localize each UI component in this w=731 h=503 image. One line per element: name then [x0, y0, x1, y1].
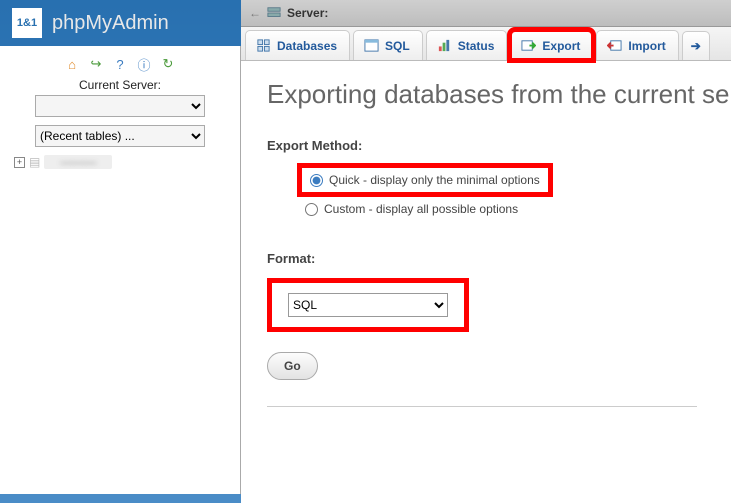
current-server-label: Current Server: [0, 78, 240, 92]
export-method-group: Quick - display only the minimal options… [297, 163, 731, 221]
databases-icon [256, 38, 271, 53]
server-select[interactable] [35, 95, 205, 117]
radio-custom-row[interactable]: Custom - display all possible options [297, 197, 731, 221]
tab-sql[interactable]: SQL [353, 30, 423, 60]
go-button[interactable]: Go [267, 352, 318, 380]
tab-sql-label: SQL [385, 39, 410, 53]
logout-icon[interactable]: ↪ [88, 56, 104, 72]
sidebar-header: 1&1 phpMyAdmin [0, 0, 241, 46]
docs-icon[interactable]: ⓘ [136, 56, 152, 72]
radio-quick[interactable] [310, 174, 323, 187]
radio-quick-row[interactable]: Quick - display only the minimal options [302, 168, 548, 192]
page-title: Exporting databases from the current ser… [267, 79, 731, 110]
tab-import[interactable]: Import [596, 30, 678, 60]
tab-bar: Databases SQL Status Export Import ➔ [241, 27, 731, 61]
recent-tables-select[interactable]: (Recent tables) ... [35, 125, 205, 147]
status-icon [437, 38, 452, 53]
tab-import-label: Import [628, 39, 665, 53]
database-icon: ▤ [29, 155, 40, 169]
arrow-right-icon: ➔ [691, 39, 701, 53]
db-tree-item[interactable]: ——— [44, 155, 112, 169]
tab-databases[interactable]: Databases [245, 30, 350, 60]
tab-databases-label: Databases [277, 39, 337, 53]
sql-icon [364, 38, 379, 53]
sidebar: 1&1 phpMyAdmin ⌂ ↪ ? ⓘ ↻ Current Server:… [0, 0, 241, 503]
server-icon [267, 6, 281, 20]
sidebar-icon-row: ⌂ ↪ ? ⓘ ↻ [0, 56, 240, 72]
tab-export[interactable]: Export [510, 30, 593, 60]
server-bar: ← Server: [241, 0, 731, 27]
reload-icon[interactable]: ↻ [160, 56, 176, 72]
radio-custom-label: Custom - display all possible options [324, 202, 518, 216]
tab-more[interactable]: ➔ [682, 31, 710, 60]
format-label: Format: [267, 251, 731, 266]
sidebar-body: ⌂ ↪ ? ⓘ ↻ Current Server: (Recent tables… [0, 46, 241, 494]
brand-logo: 1&1 [12, 8, 42, 38]
home-icon[interactable]: ⌂ [64, 56, 80, 72]
main: ← Server: Databases SQL Status Export Im… [241, 0, 731, 503]
server-label: Server: [287, 6, 328, 20]
expand-icon[interactable]: + [14, 157, 25, 168]
tab-status[interactable]: Status [426, 30, 508, 60]
divider [267, 406, 697, 407]
export-icon [521, 38, 536, 53]
tab-status-label: Status [458, 39, 495, 53]
tab-export-label: Export [542, 39, 580, 53]
format-highlight: SQL [267, 278, 469, 332]
import-icon [607, 38, 622, 53]
brand-title: phpMyAdmin [52, 12, 169, 35]
chevron-left-icon[interactable]: ← [249, 6, 261, 20]
export-method-label: Export Method: [267, 138, 731, 153]
content: Exporting databases from the current ser… [241, 61, 731, 407]
radio-quick-label: Quick - display only the minimal options [329, 173, 540, 187]
help-icon[interactable]: ? [112, 56, 128, 72]
format-select[interactable]: SQL [288, 293, 448, 317]
radio-custom[interactable] [305, 203, 318, 216]
db-tree: + ▤ ——— [0, 155, 240, 169]
